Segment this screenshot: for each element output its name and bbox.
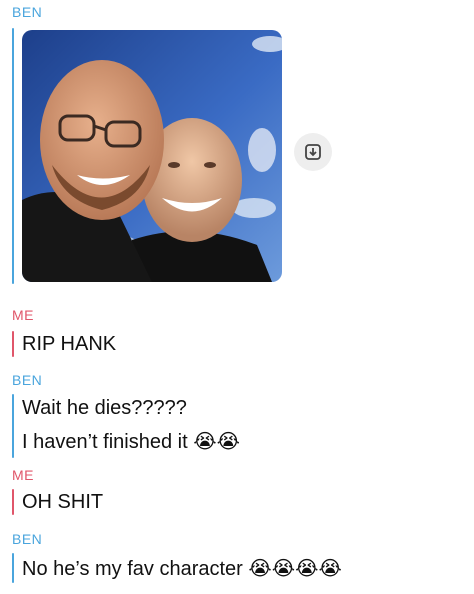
message-text: Wait he dies?????	[22, 397, 187, 419]
message-text: No he’s my fav character	[22, 558, 243, 580]
message-text: RIP HANK	[22, 333, 117, 355]
message-text: I haven’t finished it	[22, 431, 188, 453]
message-bar-ben	[12, 394, 14, 458]
save-to-camera-roll-icon	[305, 144, 321, 160]
sender-label-ben: BEN	[12, 372, 43, 388]
sender-label-ben: BEN	[12, 531, 43, 547]
message-bar-ben	[12, 553, 14, 583]
sender-label-me: ME	[12, 307, 34, 323]
photo-image	[22, 30, 282, 282]
message-bar-me	[12, 489, 14, 515]
message-text-line: No he’s my fav character 😭😭😭😭	[22, 557, 342, 581]
message-bar-me	[12, 331, 14, 357]
message-text: OH SHIT	[22, 491, 104, 513]
message-text-line: I haven’t finished it 😭😭	[22, 430, 240, 454]
crying-emoji: 😭😭	[193, 431, 240, 453]
crying-emoji: 😭😭😭😭	[248, 558, 342, 580]
shared-photo[interactable]	[22, 30, 282, 282]
sender-label-me: ME	[12, 467, 34, 483]
save-photo-button[interactable]	[294, 133, 332, 171]
sender-label-ben: BEN	[12, 4, 43, 20]
message-bar-ben	[12, 28, 14, 284]
